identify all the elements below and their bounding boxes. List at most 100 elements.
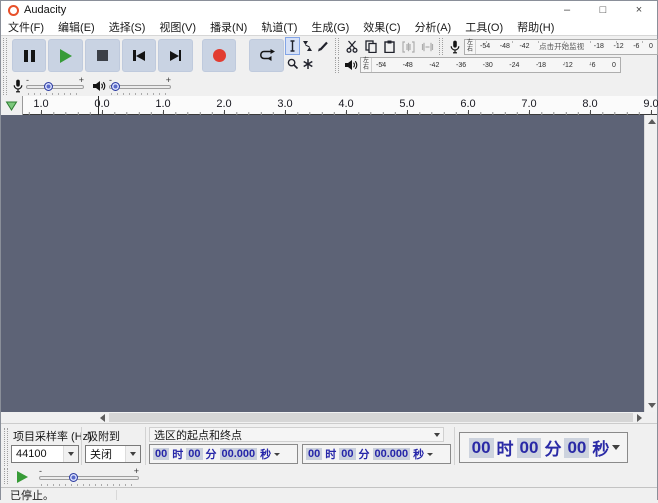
menu-file[interactable]: 文件(F) [1,19,51,35]
horizontal-scrollbar[interactable] [109,412,633,423]
end-hours[interactable]: 00 [306,448,322,460]
record-channel-labels: 左右 [465,40,476,54]
play-at-speed-icon [17,471,28,483]
ruler-label: 0.0 [89,98,115,110]
minutes-unit: 分 [358,446,371,462]
toolbar-grip[interactable] [439,38,443,55]
maximize-button[interactable]: □ [585,1,621,19]
playback-volume-thumb[interactable] [111,82,120,91]
skip-start-icon [133,50,145,61]
skip-to-start-button[interactable] [122,39,157,72]
recording-volume-thumb[interactable] [44,82,53,91]
menu-edit[interactable]: 编辑(E) [51,19,102,35]
horizontal-scroll-thumb[interactable] [109,413,633,422]
zoom-tool-button[interactable] [285,55,300,73]
playback-meter[interactable]: 左右 -54 -48 -42 -36 -30 -24 -18 -12 -6 0 [360,57,621,73]
record-meter-scale: -54 -48 -42 点击开始监视 -18 -12 -6 0 [476,41,657,52]
copy-button[interactable] [361,38,380,55]
stop-button[interactable] [85,39,120,72]
skip-to-end-button[interactable] [158,39,193,72]
toolbar-grip[interactable] [335,38,339,55]
seconds-unit: 秒 [592,435,609,460]
toolbar-grip[interactable] [4,428,8,466]
menu-view[interactable]: 视图(V) [152,19,203,35]
scroll-down-icon[interactable] [648,403,656,408]
slider-groove [39,476,139,480]
start-hours[interactable]: 00 [153,448,169,460]
selection-range-combobox[interactable]: 选区的起点和终点 [149,427,444,442]
status-bar: 已停止。 [1,487,657,501]
toolbar-grip[interactable] [3,76,7,95]
vertical-scrollbar[interactable] [644,115,657,412]
playback-volume-slider[interactable]: - + [109,77,171,95]
audio-position-display[interactable]: 00 时 00 分 00 秒 [459,432,628,463]
cut-button[interactable] [342,38,361,55]
silence-audio-button[interactable] [418,38,437,55]
menu-analyze[interactable]: 分析(A) [408,19,459,35]
menu-transport[interactable]: 播录(N) [203,19,254,35]
audacity-window: Audacity – □ × 文件(F) 编辑(E) 选择(S) 视图(V) 播… [0,0,658,500]
close-button[interactable]: × [621,1,657,19]
play-button[interactable] [48,39,83,72]
playback-speed-slider[interactable]: - + [39,468,139,486]
dropdown-arrow-icon [63,446,78,462]
playback-meter-scale: -54 -48 -42 -36 -30 -24 -18 -12 -6 0 [372,62,620,69]
dropdown-arrow-icon[interactable] [612,445,620,450]
menu-generate[interactable]: 生成(G) [304,19,356,35]
playback-meter-speaker-button[interactable] [342,57,360,73]
pin-playhead-button[interactable] [1,96,23,115]
toolbar-grip[interactable] [4,468,8,484]
snap-to-combobox[interactable]: 关闭 [85,445,141,463]
selection-end-field[interactable]: 00 时 00 分 00.000 秒 [302,444,451,464]
toolbar-grip[interactable] [3,38,7,73]
menu-effect[interactable]: 效果(C) [356,19,407,35]
start-minutes[interactable]: 00 [186,448,202,460]
draw-tool-button[interactable] [315,37,330,55]
transport-toolbar [2,37,284,74]
menu-help[interactable]: 帮助(H) [510,19,561,35]
playback-speed-thumb[interactable] [69,473,78,482]
end-seconds[interactable]: 00.000 [373,448,411,460]
record-button[interactable] [202,39,237,72]
dropdown-arrow-icon [125,446,140,462]
play-at-speed-button[interactable] [13,469,31,485]
recording-volume-slider[interactable]: - + [26,77,84,95]
envelope-tool-button[interactable] [300,37,315,55]
recording-meter[interactable]: 左右 -54 -48 -42 点击开始监视 -18 -12 -6 0 [464,39,658,55]
minimize-button[interactable]: – [549,1,585,19]
position-hours[interactable]: 00 [469,438,494,458]
loop-button[interactable] [249,39,284,72]
selection-tool-button[interactable] [285,37,300,55]
scroll-left-button[interactable] [96,412,109,423]
selection-tool-icon [288,40,297,52]
start-seconds[interactable]: 00.000 [220,448,258,460]
trim-audio-button[interactable] [399,38,418,55]
paste-button[interactable] [380,38,399,55]
menu-tools[interactable]: 工具(O) [458,19,510,35]
dropdown-arrow-icon[interactable] [274,453,280,456]
play-icon [60,49,72,63]
multi-tool-button[interactable] [300,55,315,73]
timeline-ruler[interactable]: 1.0 0.0 1.0 2.0 3.0 4.0 5.0 6.0 7.0 8.0 … [23,96,657,115]
slider-ticks [41,484,137,486]
pin-playhead-icon [5,101,18,111]
ruler-label: 7.0 [516,98,542,110]
menu-tracks[interactable]: 轨道(T) [254,19,304,35]
ruler-label: 4.0 [333,98,359,110]
toolbar-grip[interactable] [335,57,339,73]
position-seconds[interactable]: 00 [564,438,589,458]
snap-to-value: 关闭 [86,446,125,462]
project-rate-combobox[interactable]: 44100 [11,445,79,463]
position-minutes[interactable]: 00 [517,438,542,458]
dropdown-arrow-icon[interactable] [427,453,433,456]
monitor-hint-text[interactable]: 点击开始监视 [539,41,584,52]
menu-select[interactable]: 选择(S) [102,19,153,35]
record-meter-mic-button[interactable] [446,39,464,55]
selection-start-field[interactable]: 00 时 00 分 00.000 秒 [149,444,298,464]
pause-button[interactable] [12,39,47,72]
track-area[interactable] [1,115,646,412]
ruler-label: 1.0 [28,98,54,110]
scroll-right-button[interactable] [633,412,646,423]
scroll-up-icon[interactable] [648,119,656,124]
end-minutes[interactable]: 00 [339,448,355,460]
